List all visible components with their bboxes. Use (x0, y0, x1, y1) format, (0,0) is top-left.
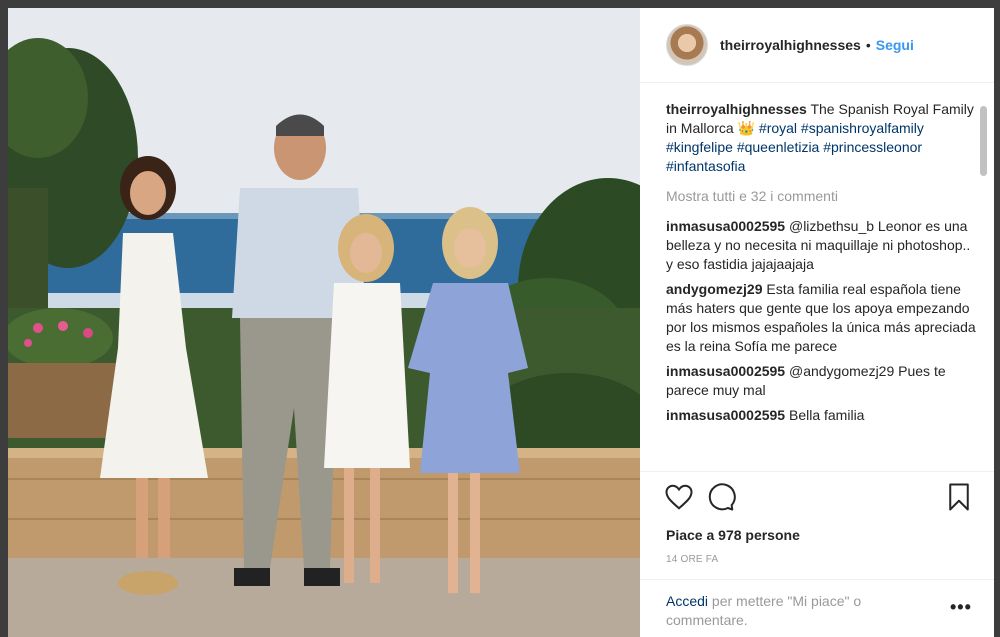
comment-item: inmasusa0002595 Bella familia (666, 406, 976, 425)
comment-username[interactable]: inmasusa0002595 (666, 363, 785, 379)
window-frame-top (0, 0, 1000, 8)
speech-bubble-icon[interactable] (706, 482, 736, 512)
post-actions: Piace a 978 persone 14 ORE FA Accedi per… (640, 471, 994, 637)
comment-username[interactable]: inmasusa0002595 (666, 218, 785, 234)
window-frame-left (0, 0, 8, 637)
post-header: theirroyalhighnesses • Segui (640, 8, 994, 83)
comments-scrollbar[interactable] (978, 86, 990, 470)
post-caption: theirroyalhighnesses The Spanish Royal F… (666, 100, 976, 176)
post-photo[interactable] (8, 8, 640, 637)
comment-username[interactable]: inmasusa0002595 (666, 407, 785, 423)
comment-item: andygomezj29 Esta familia real española … (666, 280, 976, 356)
login-link[interactable]: Accedi (666, 593, 708, 609)
comment-item: inmasusa0002595 @lizbethsu_b Leonor es u… (666, 217, 976, 274)
comments-list[interactable]: theirroyalhighnesses The Spanish Royal F… (666, 100, 976, 470)
caption-username[interactable]: theirroyalhighnesses (666, 101, 807, 117)
post-timestamp[interactable]: 14 ORE FA (666, 554, 718, 565)
comment-text: Bella familia (788, 407, 865, 423)
avatar[interactable] (666, 24, 708, 66)
likes-count[interactable]: Piace a 978 persone (666, 527, 800, 543)
view-all-comments-link[interactable]: Mostra tutti e 32 i commenti (666, 187, 976, 206)
comment-item: inmasusa0002595 @andygomezj29 Pues te pa… (666, 362, 976, 400)
more-options-icon[interactable]: ••• (950, 597, 972, 618)
follow-button[interactable]: Segui (876, 37, 914, 53)
bookmark-icon[interactable] (944, 482, 974, 512)
photo-illustration (8, 8, 640, 637)
scrollbar-thumb[interactable] (980, 106, 987, 176)
heart-icon[interactable] (664, 482, 694, 512)
header-username[interactable]: theirroyalhighnesses (720, 37, 861, 53)
comment-username[interactable]: andygomezj29 (666, 281, 762, 297)
login-prompt: Accedi per mettere "Mi piace" o commenta… (640, 579, 994, 637)
separator-dot: • (865, 37, 871, 53)
window-frame-right (994, 0, 1000, 637)
post-sidebar: theirroyalhighnesses • Segui theirroyalh… (640, 8, 994, 637)
